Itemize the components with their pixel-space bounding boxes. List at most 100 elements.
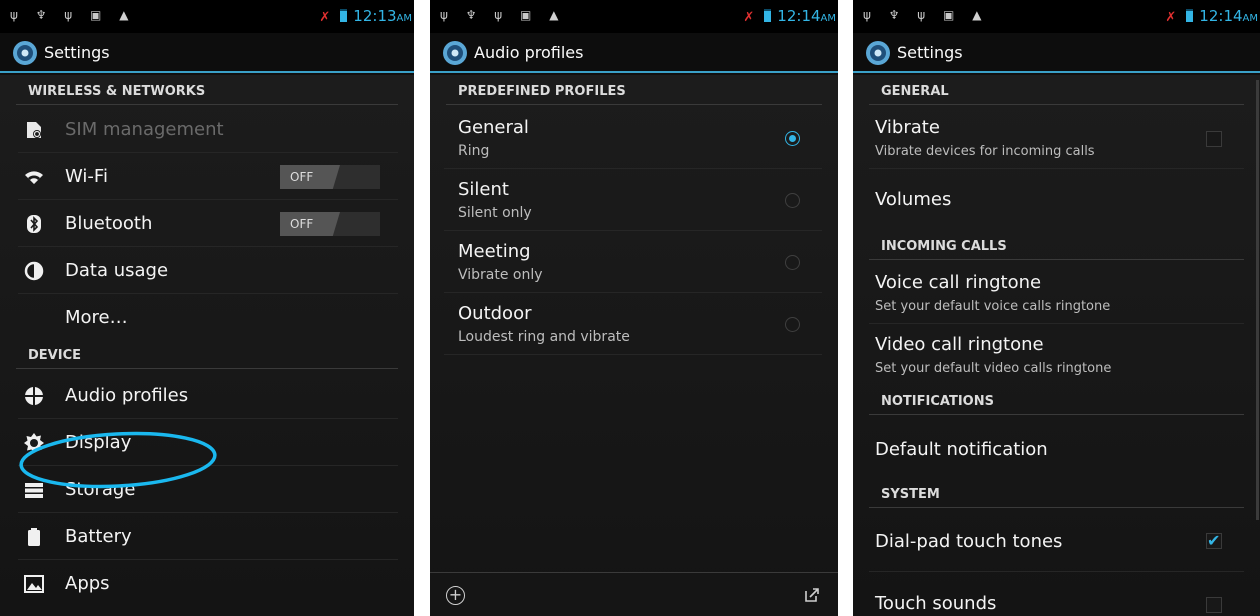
apps-icon (24, 575, 44, 593)
status-ampm: AM (820, 13, 836, 24)
page-title: Settings (897, 43, 963, 62)
profile-outdoor[interactable]: Outdoor Loudest ring and vibrate (444, 293, 822, 355)
more-item[interactable]: More… (18, 295, 398, 341)
settings-gear-icon[interactable] (442, 40, 468, 66)
settings-gear-icon[interactable] (12, 40, 38, 66)
profile-title: General (458, 117, 529, 138)
section-predefined-profiles: PREDEFINED PROFILES (446, 77, 822, 105)
profile-settings-list: GENERAL Vibrate Vibrate devices for inco… (853, 75, 1260, 616)
notification-icons: ψ ♆ ψ ▣ ▲ (10, 8, 136, 22)
profile-radio[interactable] (785, 317, 800, 332)
settings-screen: ψ ♆ ψ ▣ ▲ ✗ 12:13AM Settings WIRELESS & N… (0, 0, 414, 616)
profile-silent[interactable]: Silent Silent only (444, 169, 822, 231)
profile-radio[interactable] (785, 193, 800, 208)
dialpad-checkbox-checked[interactable] (1206, 531, 1222, 550)
voice-call-ringtone-item[interactable]: Voice call ringtone Set your default voi… (869, 262, 1244, 324)
video-call-ringtone-item[interactable]: Video call ringtone Set your default vid… (869, 324, 1244, 386)
wifi-toggle-state: OFF (280, 165, 340, 189)
vibrate-item[interactable]: Vibrate Vibrate devices for incoming cal… (869, 107, 1244, 169)
wifi-label: Wi-Fi (65, 166, 108, 187)
video-ringtone-subtitle: Set your default video calls ringtone (875, 361, 1112, 376)
bluetooth-label: Bluetooth (65, 213, 153, 234)
profile-subtitle: Vibrate only (458, 267, 543, 283)
status-bar: ψ ♆ ψ ▣ ▲ ✗ 12:14AM (853, 0, 1260, 33)
vibrate-subtitle: Vibrate devices for incoming calls (875, 144, 1095, 159)
bottom-action-bar: + (430, 572, 838, 616)
no-signal-icon: ✗ (319, 10, 331, 25)
profile-subtitle: Silent only (458, 205, 532, 221)
battery-status-icon (340, 9, 348, 22)
apps-label: Apps (65, 573, 110, 594)
profile-subtitle: Loudest ring and vibrate (458, 329, 630, 345)
status-time: 12:14 (777, 7, 821, 25)
data-usage-item[interactable]: Data usage (18, 248, 398, 294)
status-bar: ψ ♆ ψ ▣ ▲ ✗ 12:13AM (0, 0, 414, 33)
voice-ringtone-subtitle: Set your default voice calls ringtone (875, 299, 1111, 314)
section-incoming-calls: INCOMING CALLS (869, 232, 1244, 260)
status-ampm: AM (1242, 13, 1258, 24)
section-wireless-networks: WIRELESS & NETWORKS (16, 77, 398, 105)
battery-icon (28, 528, 40, 546)
profile-title: Outdoor (458, 303, 532, 324)
audio-profiles-item[interactable]: Audio profiles (18, 373, 398, 419)
bluetooth-item[interactable]: Bluetooth OFF (18, 201, 398, 247)
highlight-annotation (19, 431, 217, 489)
warning-icon: ▲ (549, 8, 566, 22)
sim-card-icon (27, 122, 41, 138)
warning-icon: ▲ (972, 8, 989, 22)
dialpad-label: Dial-pad touch tones (875, 531, 1063, 552)
profiles-list: PREDEFINED PROFILES General Ring Silent … (430, 75, 838, 616)
audio-profiles-screen: ψ ♆ ψ ▣ ▲ ✗ 12:14AM Audio profiles PREDEF… (430, 0, 838, 616)
section-notifications: NOTIFICATIONS (869, 387, 1244, 415)
battery-status-icon (764, 9, 772, 22)
section-device: DEVICE (16, 341, 398, 369)
status-time: 12:13 (353, 7, 397, 25)
touch-sounds-item[interactable]: Touch sounds (869, 572, 1244, 616)
profile-radio[interactable] (785, 255, 800, 270)
no-signal-icon: ✗ (1165, 10, 1177, 25)
profile-meeting[interactable]: Meeting Vibrate only (444, 231, 822, 293)
battery-label: Battery (65, 526, 132, 547)
voice-ringtone-title: Voice call ringtone (875, 272, 1042, 293)
notification-icons: ψ ♆ ψ ▣ ▲ (440, 8, 566, 22)
action-bar: Settings (853, 33, 1260, 73)
profile-title: Meeting (458, 241, 531, 262)
settings-list: WIRELESS & NETWORKS SIM management Wi-Fi… (0, 75, 414, 616)
bluetooth-toggle-state: OFF (280, 212, 340, 236)
video-ringtone-title: Video call ringtone (875, 334, 1044, 355)
default-notification-label: Default notification (875, 439, 1048, 460)
vibrate-title: Vibrate (875, 117, 940, 138)
add-profile-icon[interactable]: + (446, 586, 465, 605)
default-notification-item[interactable]: Default notification (869, 417, 1244, 479)
data-usage-label: Data usage (65, 260, 169, 281)
battery-status-icon (1186, 9, 1194, 22)
profile-radio-selected[interactable] (785, 131, 800, 146)
section-general: GENERAL (869, 77, 1244, 105)
status-bar: ψ ♆ ψ ▣ ▲ ✗ 12:14AM (430, 0, 838, 33)
audio-profiles-label: Audio profiles (65, 385, 189, 406)
action-bar: Settings (0, 33, 414, 73)
profile-title: Silent (458, 179, 509, 200)
bluetooth-toggle[interactable]: OFF (280, 212, 380, 236)
apps-item[interactable]: Apps (18, 561, 398, 607)
wifi-toggle[interactable]: OFF (280, 165, 380, 189)
warning-icon: ▲ (119, 8, 136, 22)
scrollbar[interactable] (1256, 80, 1259, 520)
status-time: 12:14 (1199, 7, 1243, 25)
audio-profiles-icon (24, 386, 44, 406)
more-label: More… (65, 307, 128, 328)
volumes-item[interactable]: Volumes (869, 169, 1244, 231)
volumes-label: Volumes (875, 189, 952, 210)
touch-sounds-label: Touch sounds (875, 593, 997, 614)
share-icon[interactable] (804, 587, 820, 603)
profile-general[interactable]: General Ring (444, 107, 822, 169)
section-system: SYSTEM (869, 480, 1244, 508)
wifi-item[interactable]: Wi-Fi OFF (18, 154, 398, 200)
dialpad-touch-tones-item[interactable]: Dial-pad touch tones (869, 510, 1244, 572)
touch-sounds-checkbox[interactable] (1206, 597, 1222, 613)
battery-item[interactable]: Battery (18, 514, 398, 560)
status-ampm: AM (396, 13, 412, 24)
vibrate-checkbox[interactable] (1206, 131, 1222, 147)
settings-gear-icon[interactable] (865, 40, 891, 66)
sim-management-item[interactable]: SIM management (18, 107, 398, 153)
